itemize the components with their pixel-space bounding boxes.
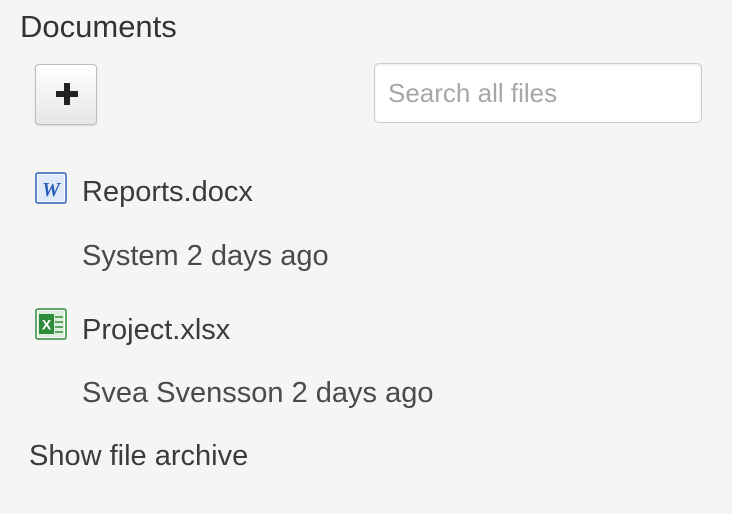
file-name-link[interactable]: Project.xlsx — [82, 312, 230, 348]
add-document-button[interactable] — [35, 64, 97, 125]
file-meta: Svea Svensson 2 days ago — [82, 377, 434, 409]
documents-panel: Documents W Reports.docx System 2 days a… — [0, 0, 732, 514]
svg-text:W: W — [42, 179, 61, 201]
excel-spreadsheet-icon: X — [35, 308, 67, 340]
search-input[interactable] — [374, 63, 702, 123]
panel-title: Documents — [20, 9, 177, 44]
file-meta: System 2 days ago — [82, 240, 329, 272]
svg-text:X: X — [42, 317, 52, 333]
show-file-archive-link[interactable]: Show file archive — [29, 438, 248, 474]
file-name-link[interactable]: Reports.docx — [82, 174, 253, 210]
word-document-icon: W — [35, 172, 67, 204]
